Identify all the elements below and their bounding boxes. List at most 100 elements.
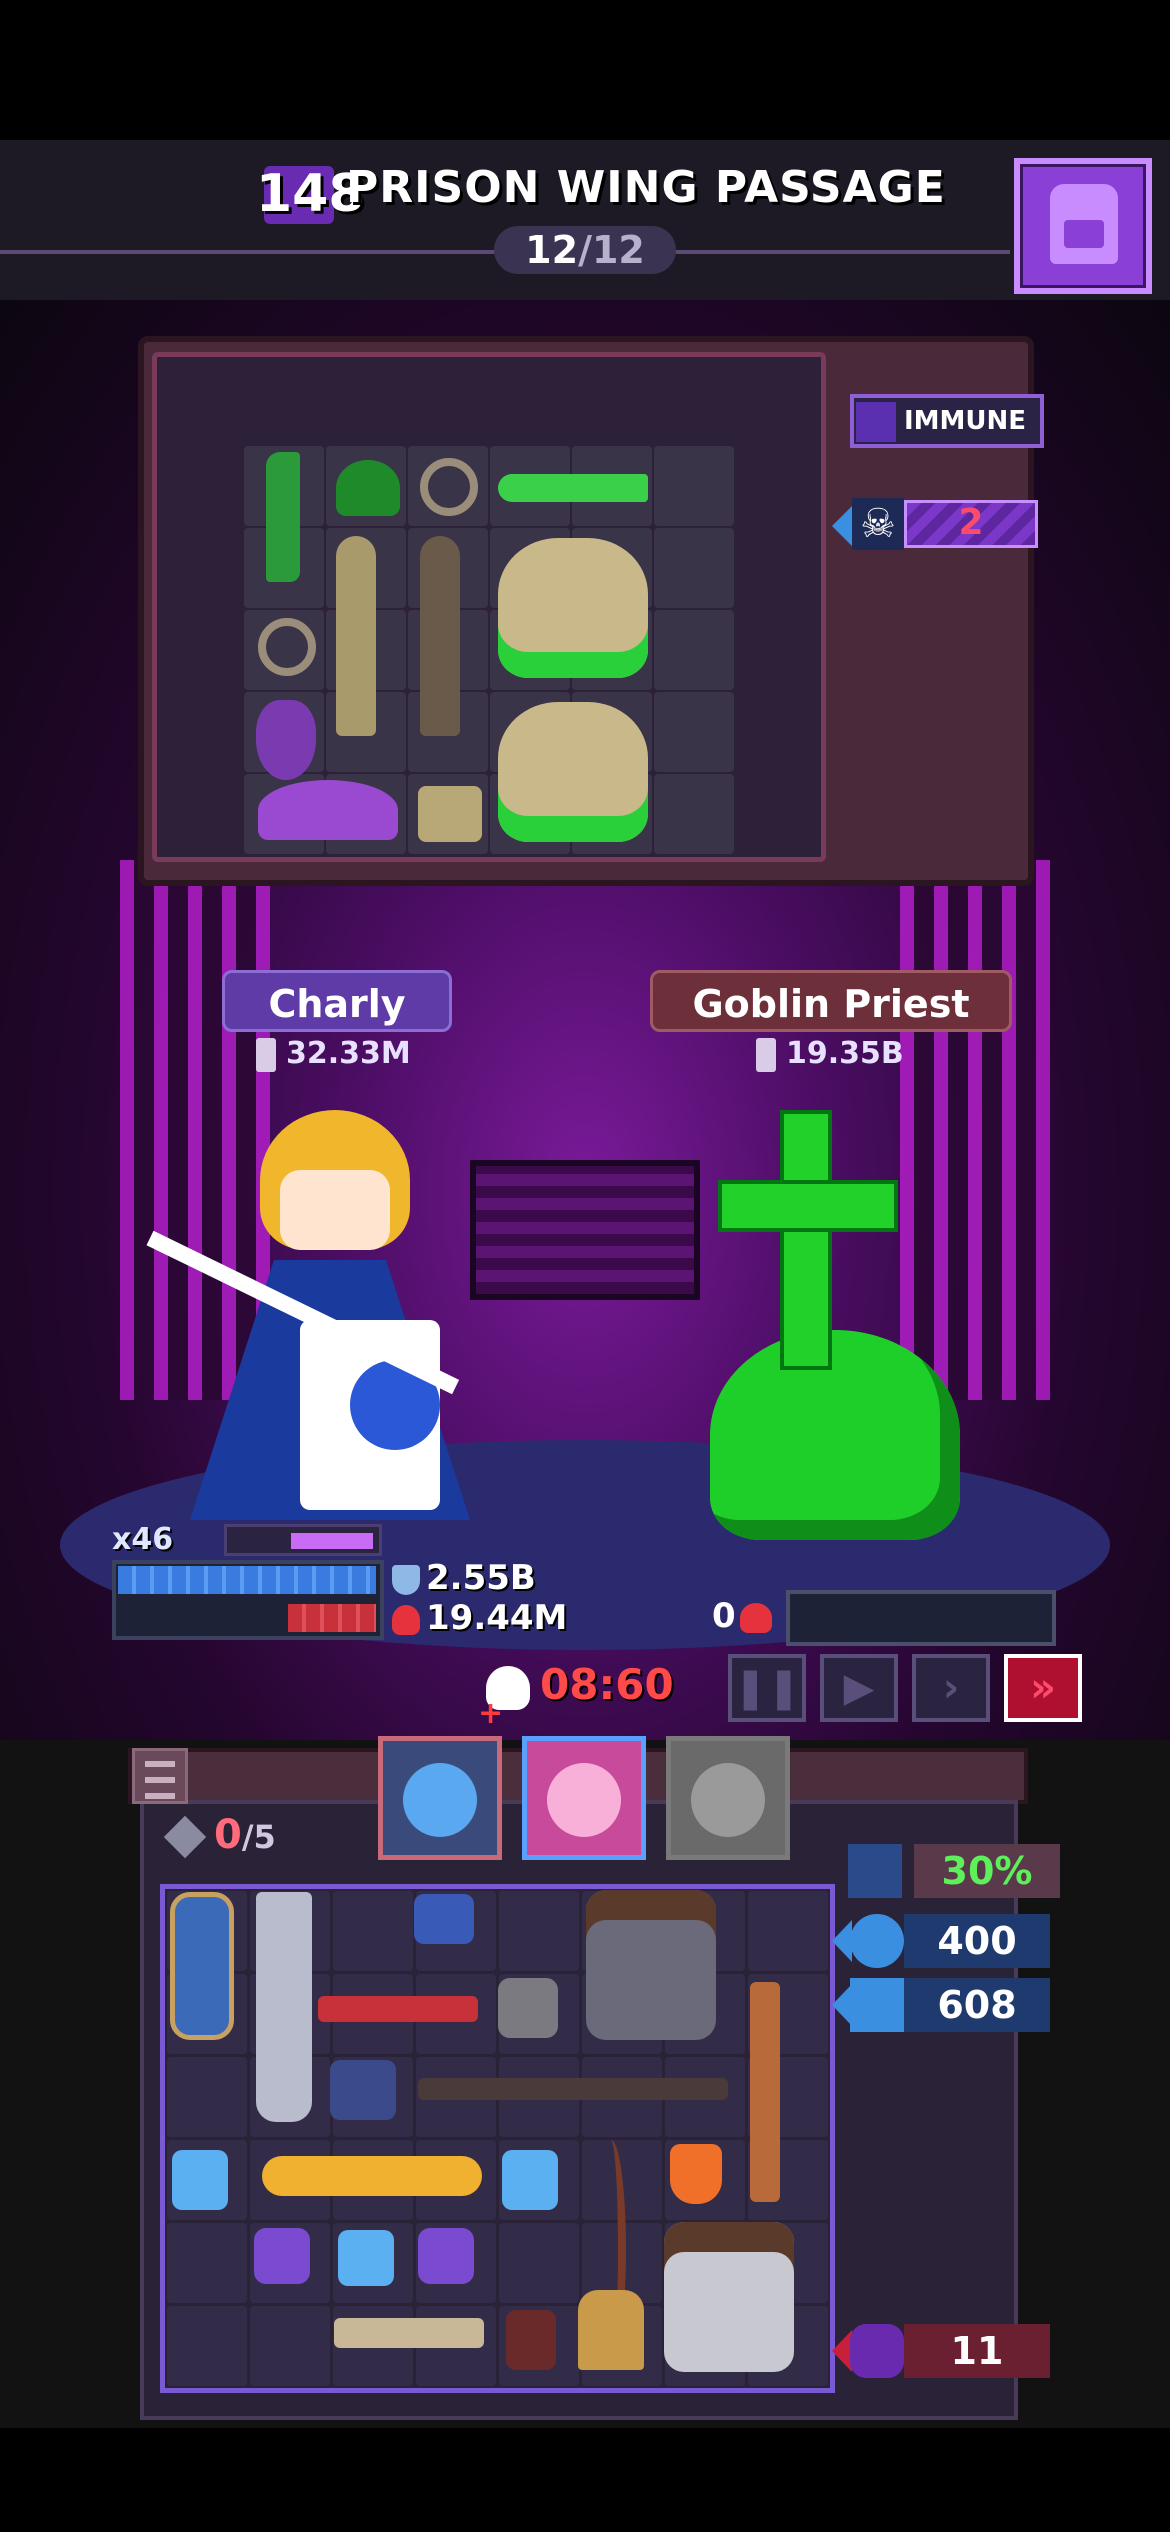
player-health-value: 19.44M: [426, 1598, 568, 1638]
greatsword-icon[interactable]: [256, 1892, 312, 2122]
sword-icon: [256, 1037, 276, 1072]
double-chevron-icon: »: [1030, 1665, 1056, 1711]
blue-glove-icon[interactable]: [502, 2150, 558, 2210]
hero-portrait: [403, 1763, 477, 1837]
bone-bundle-icon: [418, 786, 482, 842]
player-mana-fill: [291, 1533, 373, 1549]
red-glove-icon[interactable]: [506, 2310, 556, 2370]
monster-icon: [850, 2324, 904, 2378]
enemy-cross-horizontal: [718, 1180, 898, 1232]
hero-portrait: [547, 1763, 621, 1837]
green-blade-icon: [266, 452, 300, 582]
enemy-hp-bar: [786, 1590, 1056, 1646]
menu-button[interactable]: [132, 1748, 188, 1804]
immune-label: IMMUNE: [904, 406, 1027, 436]
arrow-left-icon: [832, 2330, 852, 2372]
percent-value: 30%: [914, 1844, 1060, 1898]
blue-glove-icon[interactable]: [172, 2150, 228, 2210]
heart-icon: [739, 1602, 772, 1633]
battle-timer: + 08:60: [478, 1660, 726, 1731]
pause-icon: ❚❚: [733, 1665, 801, 1711]
ring-icon: [420, 458, 478, 516]
inventory-cell[interactable]: [499, 1891, 579, 1971]
inventory-cell[interactable]: [333, 1891, 413, 1971]
inventory-cell[interactable]: [167, 2223, 247, 2303]
enemy-grid-cell: [654, 446, 734, 526]
hero-slot-pink[interactable]: [522, 1736, 646, 1860]
wave-progress: 12/12: [494, 226, 676, 274]
wave-total: /12: [578, 228, 645, 272]
enemy-sprite-goblin-priest: [690, 1110, 990, 1540]
status-bar-area: [0, 0, 1170, 140]
play-button[interactable]: ▶: [820, 1654, 898, 1722]
poison-staff-icon: [336, 536, 376, 736]
enemy-grid-cell: [654, 774, 734, 854]
enemy-grid-cell: [654, 692, 734, 772]
hero-slot-blue[interactable]: [378, 1736, 502, 1860]
green-dagger-icon: [498, 474, 648, 502]
hero-slot-locked[interactable]: [666, 1736, 790, 1860]
spear-icon[interactable]: [418, 2078, 728, 2100]
player-nameplate: Charly: [222, 970, 452, 1032]
skull-count: 2: [958, 502, 984, 543]
enemy-power: 19.35B: [756, 1036, 904, 1072]
wave-current: 12: [525, 228, 579, 272]
sword-icon: [756, 1037, 776, 1072]
player-shield-bar: [118, 1566, 376, 1594]
chevron-right-icon: ›: [942, 1665, 960, 1711]
blue-glove-icon[interactable]: [338, 2230, 394, 2286]
enemy-grid-cell: [654, 610, 734, 690]
player-shield-value: 2.55B: [426, 1558, 536, 1598]
magic-gem-icon[interactable]: [418, 2228, 474, 2284]
boot-icon[interactable]: [330, 2060, 396, 2120]
potion-icon[interactable]: [670, 2144, 722, 2204]
armor-icon[interactable]: [586, 1890, 716, 2040]
inventory-cell[interactable]: [499, 2223, 579, 2303]
player-power: 32.33M: [256, 1036, 411, 1072]
purple-grapes-icon: [256, 700, 316, 780]
blue-boot-icon[interactable]: [414, 1894, 474, 1944]
flaming-lance-icon[interactable]: [262, 2156, 482, 2196]
heart-icon: [392, 1604, 420, 1635]
stage-title: PRISON WING PASSAGE: [346, 162, 946, 213]
crossed-swords-icon: [850, 1978, 904, 2032]
bottom-safe-area: [0, 2428, 1170, 2532]
skull-icon: ☠: [852, 498, 904, 550]
monster-value: 11: [904, 2324, 1050, 2378]
slots-total: /5: [241, 1818, 276, 1856]
menu-icon: [145, 1761, 175, 1767]
backpack-button[interactable]: [1014, 158, 1152, 294]
inventory-cell[interactable]: [167, 2057, 247, 2137]
enemy-grid-cell: [654, 528, 734, 608]
gem-icon: [163, 1815, 207, 1859]
enemy-health-value: 0: [712, 1596, 736, 1636]
hero-sprite-charly: [130, 1100, 510, 1540]
straw-broom-icon[interactable]: [578, 2290, 644, 2370]
locked-hero-portrait: [691, 1763, 765, 1837]
fast-forward-button[interactable]: ›: [912, 1654, 990, 1722]
enemy-slime-body: [710, 1330, 960, 1540]
orb-icon: [850, 1914, 904, 1968]
inventory-cell[interactable]: [167, 2306, 247, 2386]
player-power-value: 32.33M: [286, 1036, 411, 1071]
arrow-left-icon: [832, 1984, 852, 2026]
red-hammer-icon[interactable]: [318, 1996, 478, 2022]
inventory-cell[interactable]: [748, 1891, 828, 1971]
gauntlet-icon[interactable]: [498, 1978, 558, 2038]
magic-gem-icon[interactable]: [254, 2228, 310, 2284]
knight-armor-icon[interactable]: [664, 2222, 794, 2372]
arrow-left-icon: [832, 1920, 852, 1962]
purple-mushrooms-icon: [258, 780, 398, 840]
pause-button[interactable]: ❚❚: [728, 1654, 806, 1722]
blue-shield-icon[interactable]: [170, 1892, 234, 2040]
mallet-icon[interactable]: [334, 2318, 484, 2348]
stamina-icon: [848, 1844, 902, 1898]
timer-value: 08:60: [540, 1660, 674, 1709]
enemy-nameplate: Goblin Priest: [650, 970, 1012, 1032]
backpack-icon: [1050, 184, 1118, 264]
player-health-bar: [288, 1604, 376, 1632]
inventory-cell[interactable]: [250, 2306, 330, 2386]
ring-icon: [258, 618, 316, 676]
fastest-speed-button[interactable]: »: [1004, 1654, 1082, 1722]
broom-icon[interactable]: [750, 1982, 780, 2202]
